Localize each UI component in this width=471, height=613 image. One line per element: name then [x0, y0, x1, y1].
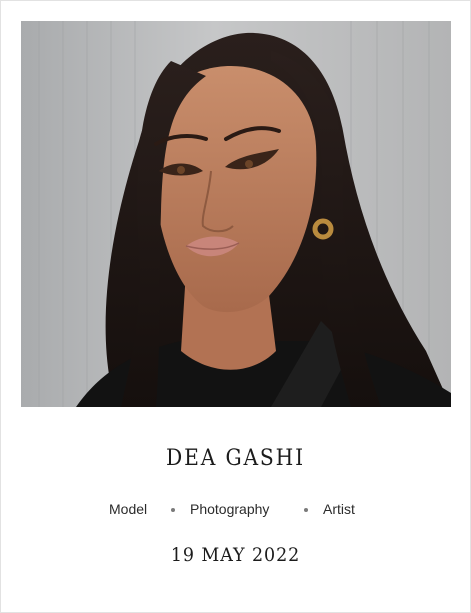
- separator-dot: [171, 508, 175, 512]
- separator-dot: [304, 508, 308, 512]
- profile-name: DEA GASHI: [166, 446, 305, 471]
- tag-artist[interactable]: Artist: [323, 501, 355, 517]
- profile-tags: Model Photography Artist: [1, 501, 470, 519]
- tag-model[interactable]: Model: [109, 501, 147, 517]
- profile-card: DEA GASHI Model Photography Artist 19 MA…: [0, 0, 471, 613]
- profile-date: 19 MAY 2022: [170, 544, 301, 566]
- tag-photography[interactable]: Photography: [190, 501, 269, 517]
- portrait-photo[interactable]: [21, 21, 451, 407]
